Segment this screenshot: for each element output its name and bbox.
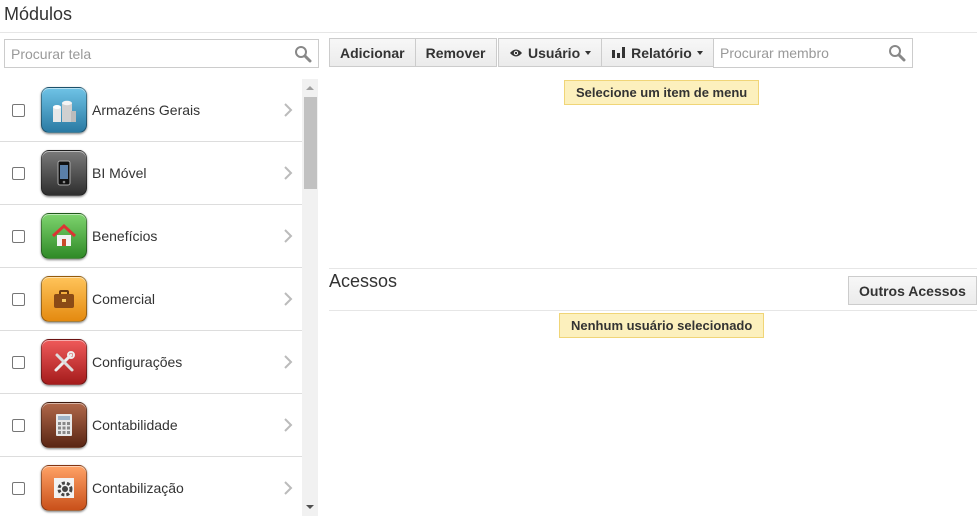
module-checkbox[interactable]: [12, 418, 25, 432]
module-checkbox[interactable]: [12, 166, 25, 180]
scroll-thumb[interactable]: [304, 97, 317, 189]
module-checkbox[interactable]: [12, 103, 25, 117]
edit-button-group: Adicionar Remover: [329, 38, 497, 67]
report-dropdown-button[interactable]: Relatório: [602, 38, 714, 67]
member-search-input[interactable]: [714, 39, 912, 67]
module-item-beneficios[interactable]: Benefícios: [0, 205, 302, 268]
chevron-right-icon: [284, 292, 293, 306]
tools-icon: [41, 339, 87, 385]
chevron-right-icon: [284, 229, 293, 243]
screen-search-box: [4, 39, 319, 68]
module-item-contabilizacao[interactable]: Contabilização: [0, 457, 302, 516]
module-label: BI Móvel: [92, 165, 147, 181]
screen-search-input[interactable]: [5, 40, 318, 67]
calculator-icon: [41, 402, 87, 448]
module-label: Benefícios: [92, 228, 158, 244]
eye-icon: [510, 49, 522, 56]
no-user-selected-notice: Nenhum usuário selecionado: [559, 313, 765, 338]
report-dropdown-label: Relatório: [631, 44, 692, 61]
scroll-down-arrow-icon[interactable]: [306, 505, 314, 509]
access-header-divider: [329, 310, 977, 311]
module-label: Comercial: [92, 291, 156, 307]
caret-down-icon: [585, 50, 592, 55]
module-item-bi-movel[interactable]: BI Móvel: [0, 142, 302, 205]
module-label: Contabilidade: [92, 417, 178, 433]
chevron-right-icon: [284, 355, 293, 369]
module-item-comercial[interactable]: Comercial: [0, 268, 302, 331]
module-item-contabilidade[interactable]: Contabilidade: [0, 394, 302, 457]
briefcase-icon: [41, 276, 87, 322]
gear-icon: [41, 465, 87, 511]
caret-down-icon: [696, 50, 703, 55]
remove-button[interactable]: Remover: [415, 38, 497, 67]
scroll-up-arrow-icon[interactable]: [306, 86, 314, 90]
member-search-box: [713, 38, 913, 68]
select-menu-notice: Selecione um item de menu: [564, 80, 760, 105]
chevron-right-icon: [284, 166, 293, 180]
page-title: Módulos: [4, 4, 73, 24]
module-checkbox[interactable]: [12, 292, 25, 306]
other-access-button[interactable]: Outros Acessos: [848, 276, 977, 305]
module-item-armazens-gerais[interactable]: Armazéns Gerais: [0, 79, 302, 142]
warehouse-icon: [41, 87, 87, 133]
access-top-divider: [329, 268, 977, 269]
module-label: Configurações: [92, 354, 183, 370]
user-dropdown-label: Usuário: [528, 44, 581, 61]
module-list-scrollbar[interactable]: [302, 79, 318, 516]
access-section-title: Acessos: [329, 271, 398, 291]
module-label: Armazéns Gerais: [92, 102, 201, 118]
module-list: Armazéns Gerais BI Móvel Benefícios Come…: [0, 79, 318, 516]
view-button-group: Usuário Relatório: [498, 38, 714, 67]
chevron-right-icon: [284, 103, 293, 117]
module-item-configuracoes[interactable]: Configurações: [0, 331, 302, 394]
house-icon: [41, 213, 87, 259]
bar-chart-icon: [612, 47, 626, 58]
chevron-right-icon: [284, 481, 293, 495]
add-button[interactable]: Adicionar: [329, 38, 416, 67]
search-icon[interactable]: [294, 45, 312, 63]
module-checkbox[interactable]: [12, 481, 25, 495]
mobile-phone-icon: [41, 150, 87, 196]
user-dropdown-button[interactable]: Usuário: [498, 38, 603, 67]
module-checkbox[interactable]: [12, 355, 25, 369]
module-label: Contabilização: [92, 480, 184, 496]
chevron-right-icon: [284, 418, 293, 432]
module-checkbox[interactable]: [12, 229, 25, 243]
title-divider: [0, 32, 977, 33]
search-icon[interactable]: [888, 44, 906, 62]
